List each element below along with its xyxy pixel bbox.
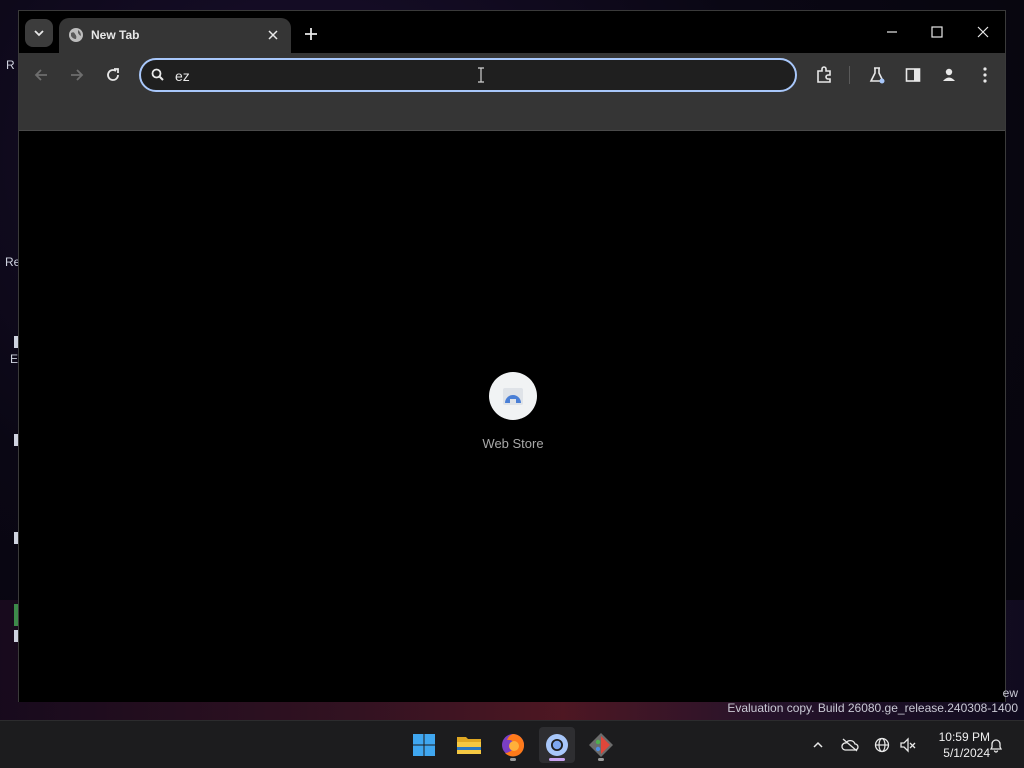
profile-button[interactable]	[937, 63, 961, 87]
notifications-button[interactable]	[986, 735, 1006, 755]
person-icon	[943, 68, 955, 81]
more-vertical-icon	[983, 67, 987, 83]
clock-time: 10:59 PM	[938, 730, 990, 744]
search-icon	[151, 68, 164, 81]
text-cursor-icon	[478, 67, 484, 83]
close-icon	[268, 30, 278, 40]
cloud-off-icon	[841, 738, 859, 752]
shortcut-icon	[489, 372, 537, 420]
tab-title: New Tab	[91, 28, 140, 42]
tab-close-button[interactable]	[263, 25, 283, 45]
chevron-up-icon	[813, 741, 823, 748]
desktop-icon-label[interactable]: E	[10, 352, 18, 366]
bookmarks-bar	[19, 97, 1005, 131]
flask-icon	[869, 67, 885, 84]
browser-toolbar	[19, 53, 1005, 97]
browser-window: New Tab ez Web Store	[18, 10, 1006, 702]
labs-button[interactable]	[865, 63, 889, 87]
menu-button[interactable]	[973, 63, 997, 87]
toolbar-divider	[849, 66, 850, 84]
speaker-muted-icon	[900, 737, 916, 753]
arrow-right-icon	[71, 69, 84, 81]
git-tool-icon	[589, 733, 613, 757]
network-tray[interactable]	[872, 735, 892, 755]
active-indicator	[549, 758, 565, 761]
new-tab-page: Web Store	[19, 132, 1005, 702]
globe-icon	[874, 737, 890, 753]
show-hidden-icons-button[interactable]	[808, 735, 828, 755]
globe-icon	[69, 28, 83, 42]
address-input[interactable]	[175, 66, 675, 86]
running-indicator	[510, 758, 516, 761]
evaluation-watermark: Evaluation copy. Build 26080.ge_release.…	[727, 701, 1018, 715]
clock-date: 5/1/2024	[943, 746, 990, 760]
chrome-icon	[546, 734, 568, 756]
watermark-fragment: ew	[1002, 686, 1018, 700]
title-bar[interactable]: New Tab	[19, 11, 1005, 53]
new-tab-button[interactable]	[299, 22, 323, 46]
tab-new-tab[interactable]: New Tab	[59, 18, 291, 53]
puzzle-icon	[817, 66, 831, 83]
running-indicator	[598, 758, 604, 761]
plus-icon	[305, 28, 317, 40]
start-button[interactable]	[406, 727, 442, 763]
close-window-button[interactable]	[968, 19, 998, 45]
system-clock[interactable]: 10:59 PM 5/1/2024	[920, 729, 990, 761]
tab-search-button[interactable]	[25, 19, 53, 47]
taskbar: 10:59 PM 5/1/2024	[0, 720, 1024, 768]
maximize-icon	[931, 26, 943, 38]
start-icon	[413, 734, 435, 756]
minimize-button[interactable]	[877, 19, 907, 45]
web-store-icon	[503, 388, 523, 405]
reload-button[interactable]	[101, 63, 125, 87]
chevron-down-icon	[34, 30, 44, 37]
taskbar-firefox[interactable]	[495, 727, 531, 763]
shortcut-web-store[interactable]: Web Store	[473, 372, 553, 462]
maximize-button[interactable]	[922, 19, 952, 45]
extensions-button[interactable]	[812, 63, 836, 87]
address-bar[interactable]	[139, 58, 797, 92]
volume-tray[interactable]	[898, 735, 918, 755]
arrow-left-icon	[34, 69, 47, 81]
forward-button[interactable]	[65, 63, 89, 87]
firefox-icon	[502, 734, 525, 757]
desktop-icon-label[interactable]: R	[6, 58, 15, 72]
taskbar-chrome[interactable]	[539, 727, 575, 763]
side-panel-button[interactable]	[901, 63, 925, 87]
taskbar-file-explorer[interactable]	[451, 727, 487, 763]
side-panel-icon	[905, 68, 921, 82]
file-explorer-icon	[457, 737, 481, 754]
taskbar-git-tool[interactable]	[583, 727, 619, 763]
shortcut-label: Web Store	[482, 436, 544, 451]
bell-icon	[989, 739, 1003, 753]
reload-icon	[107, 68, 119, 81]
onedrive-tray[interactable]	[840, 735, 860, 755]
close-icon	[977, 26, 989, 38]
minimize-icon	[887, 31, 897, 33]
back-button[interactable]	[29, 63, 53, 87]
